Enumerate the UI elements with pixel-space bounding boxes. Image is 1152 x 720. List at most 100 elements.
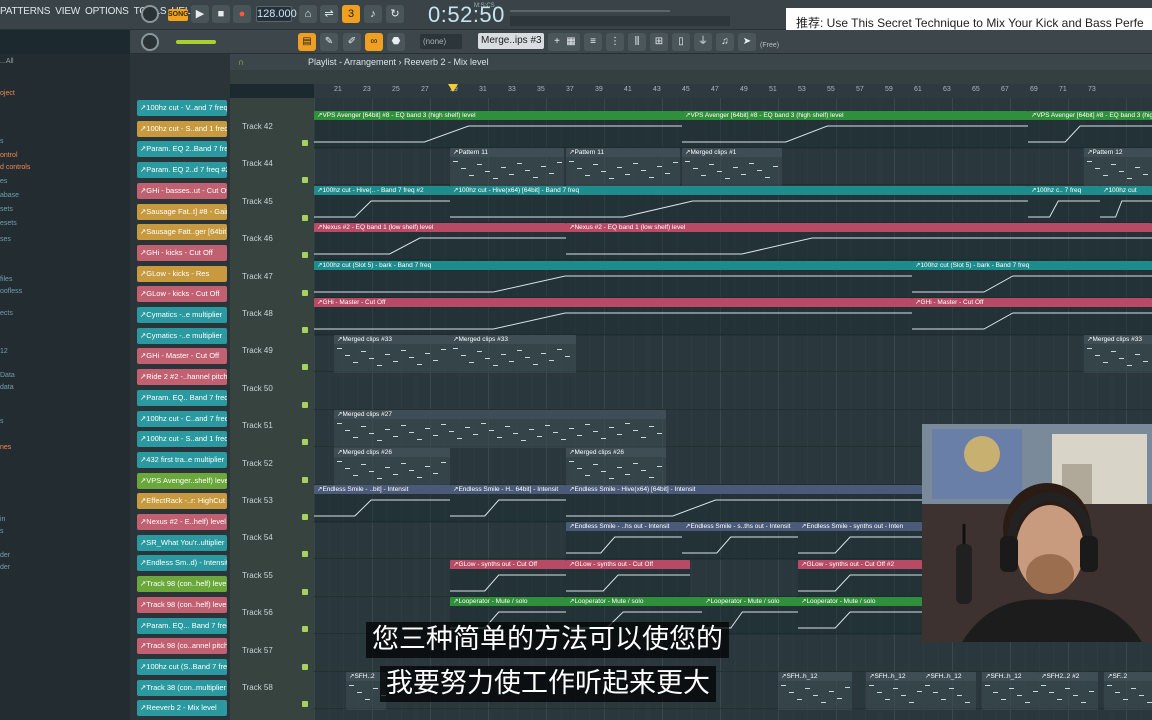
automation-clip[interactable]: ↗VPS Avenger [64bit] #8 - EQ band 3 (hig… (314, 111, 682, 149)
automation-clip[interactable]: ↗VPS Avenger [64bit] #8 - EQ band 3 (hig… (1028, 111, 1152, 149)
track-name[interactable]: Track 53 (242, 496, 273, 505)
track-name[interactable]: Track 56 (242, 608, 273, 617)
track-name[interactable]: Track 49 (242, 346, 273, 355)
pattern-clip[interactable]: ↗Pattern 12 (1084, 148, 1152, 187)
step-edit-icon[interactable]: ♪ (364, 5, 382, 23)
master-pitch-slider[interactable] (176, 40, 216, 44)
piano-roll-icon[interactable]: ▤ (298, 33, 316, 51)
pattern-clip[interactable]: ↗Pattern 11 (450, 148, 564, 187)
automation-clip[interactable]: ↗VPS Avenger [64bit] #8 - EQ band 3 (hig… (682, 111, 1028, 149)
automation-clip[interactable]: ↗GLow - synths out - Cut Off (566, 559, 690, 598)
pattern-clip[interactable]: ↗SFH..h_12 (866, 672, 922, 710)
browser-item[interactable]: files (0, 276, 12, 283)
track-name[interactable]: Track 55 (242, 571, 273, 580)
automation-channel-strip[interactable]: ↗Sausage Fatt..ger [64bit] (137, 224, 227, 241)
automation-channel-strip[interactable]: ↗100hz cut (S..Band 7 freq (137, 658, 227, 675)
menu-view[interactable]: VIEW (55, 6, 80, 17)
play-button[interactable]: ▶ (191, 5, 209, 23)
automation-clip[interactable]: ↗Endless Smile - H.. 64bit] - Intensit (450, 485, 566, 523)
track-lock-icon[interactable] (302, 327, 308, 333)
song-mode-badge[interactable]: SONG (168, 9, 189, 21)
track-lock-icon[interactable] (302, 588, 308, 595)
pattern-clip[interactable]: ↗SFH..h_12 (778, 672, 852, 710)
automation-channel-strip[interactable]: ↗Param. EQ 2..d 7 freq #2 (137, 162, 227, 179)
automation-clip[interactable]: ↗Nexus #2 - EQ band 1 (low shelf) level (566, 223, 1152, 262)
pattern-clip[interactable]: ↗Merged clips #33 (1084, 335, 1152, 374)
pattern-clip[interactable]: ↗Merged clips #33 (334, 335, 450, 374)
automation-channel-strip[interactable]: ↗Track 98 (con..helf) level (137, 576, 227, 593)
track-lock-icon[interactable] (302, 663, 308, 670)
pattern-clip[interactable]: ↗Merged clips #33 (450, 335, 576, 374)
automation-clip[interactable]: ↗GLow - synths out - Cut Off (450, 559, 566, 598)
browser-item[interactable]: s (0, 528, 4, 535)
track-lock-icon[interactable] (302, 439, 308, 446)
automation-clip[interactable]: ↗Endless Smile - Hive(x64) [64bit] - Int… (566, 485, 922, 523)
automation-clip[interactable]: ↗GLow - synths out - Cut Off #2 (798, 559, 922, 598)
track-name[interactable]: Track 57 (242, 646, 273, 655)
automation-channel-strip[interactable]: ↗100hz cut - S..and 1 freq (137, 431, 227, 448)
track-lock-icon[interactable] (302, 701, 308, 707)
track-name[interactable]: Track 47 (242, 272, 273, 281)
timeline-ruler[interactable]: 21 23 25 27 29 31 33 35 37 39 41 43 45 47 49 51 53 55 57 59… (314, 84, 1152, 98)
automation-clip[interactable]: ↗100hz cut (1100, 185, 1152, 224)
browser-item[interactable]: esets (0, 220, 17, 227)
automation-channel-strip[interactable]: ↗Param. EQ 2..Band 7 freq (137, 141, 227, 158)
automation-channel-strip[interactable]: ↗Track 98 (con..helf) level (137, 596, 227, 613)
pattern-clip[interactable]: ↗SFH..h_12 (982, 672, 1038, 710)
track-lock-icon[interactable] (302, 214, 308, 221)
track-lock-icon[interactable] (302, 401, 308, 408)
link-icon[interactable]: ∞ (365, 33, 383, 51)
pattern-clip[interactable]: ↗Merged clips #1 (682, 148, 782, 187)
track-name[interactable]: Track 50 (242, 384, 273, 393)
automation-channel-strip[interactable]: ↗VPS Avenger..shelf) level (137, 472, 227, 489)
browser-item[interactable]: in (0, 516, 5, 523)
automation-channel-strip[interactable]: ↗Nexus #2 - E..helf) level (137, 514, 227, 530)
mixer-icon[interactable]: ⫼ (628, 33, 646, 51)
record-button[interactable]: ● (233, 5, 251, 23)
loop-record-icon[interactable]: ↻ (386, 5, 404, 23)
track-name[interactable]: Track 48 (242, 309, 273, 318)
pattern-clip[interactable]: ↗Pattern 11 (566, 148, 680, 187)
automation-clip[interactable]: ↗Endless Smile - ..hs out - Intensit (566, 522, 682, 561)
track-lock-icon[interactable] (302, 177, 308, 184)
browser-item[interactable]: der (0, 552, 10, 559)
pattern-clip[interactable]: ↗SFH..h_12 (922, 672, 976, 710)
automation-clip[interactable]: ↗GHi - Master - Cut Off (314, 298, 912, 336)
magnet-icon[interactable]: ∩ (238, 54, 244, 70)
browser-item[interactable]: data (0, 384, 14, 391)
pattern-clip[interactable]: ↗SF..2 (1104, 672, 1152, 710)
automation-channel-strip[interactable]: ↗Track 98 (co..annel pitch (137, 638, 227, 655)
track-lock-icon[interactable] (302, 514, 308, 520)
automation-clip[interactable]: ↗100hz cut (Slot 5) - bark - Band 7 freq (314, 260, 912, 299)
track-lock-icon[interactable] (302, 476, 308, 483)
automation-clip[interactable]: ↗100hz cut (Slot 5) - bark - Band 7 freq (912, 260, 1152, 299)
pattern-clip[interactable]: ↗SFH2..2 #2 (1038, 672, 1098, 710)
automation-channel-strip[interactable]: ↗GHi - Master - Cut Off (137, 348, 227, 365)
automation-clip[interactable]: ↗100hz cut - Hive(.. - Band 7 freq #2 (314, 185, 450, 224)
pattern-selector[interactable]: Merge..ips #3 (478, 33, 544, 49)
browser-item[interactable]: ses (0, 236, 11, 243)
menu-options[interactable]: OPTIONS (85, 6, 129, 17)
browser-item[interactable]: nes (0, 444, 11, 451)
automation-channel-strip[interactable]: ↗SR_What You'r..ultiplier (137, 534, 227, 551)
plugin-picker-icon[interactable]: ⏚ (694, 33, 712, 51)
automation-channel-strip[interactable]: ↗GLow - kicks - Res (137, 265, 227, 282)
track-name[interactable]: Track 54 (242, 533, 273, 542)
automation-clip[interactable]: ↗Nexus #2 - EQ band 1 (low shelf) level (314, 223, 566, 262)
automation-channel-strip[interactable]: ↗432 first tra..e multiplier (137, 451, 227, 468)
automation-clip[interactable]: ↗Looperator - Mute / solo (798, 597, 922, 636)
browser-item[interactable]: ontrol (0, 152, 18, 159)
browser-item[interactable]: 12 (0, 348, 8, 355)
master-volume-knob[interactable] (141, 33, 159, 51)
pat-song-knob[interactable] (141, 5, 159, 23)
stamp-icon[interactable]: ⬣ (387, 33, 405, 51)
automation-clip[interactable]: ↗Endless Smile - ..bit] - Intensit (314, 485, 450, 523)
menu-patterns[interactable]: PATTERNS (0, 6, 50, 17)
browser-icon[interactable]: ⊞ (650, 33, 668, 51)
piano-roll-view-icon[interactable]: ≡ (584, 33, 602, 51)
track-name[interactable]: Track 44 (242, 159, 273, 168)
wait-input-icon[interactable]: ⇌ (320, 5, 338, 23)
track-lock-icon[interactable] (302, 140, 308, 146)
draw-tool-icon[interactable]: ✎ (320, 33, 338, 51)
browser-item[interactable]: Data (0, 372, 15, 379)
